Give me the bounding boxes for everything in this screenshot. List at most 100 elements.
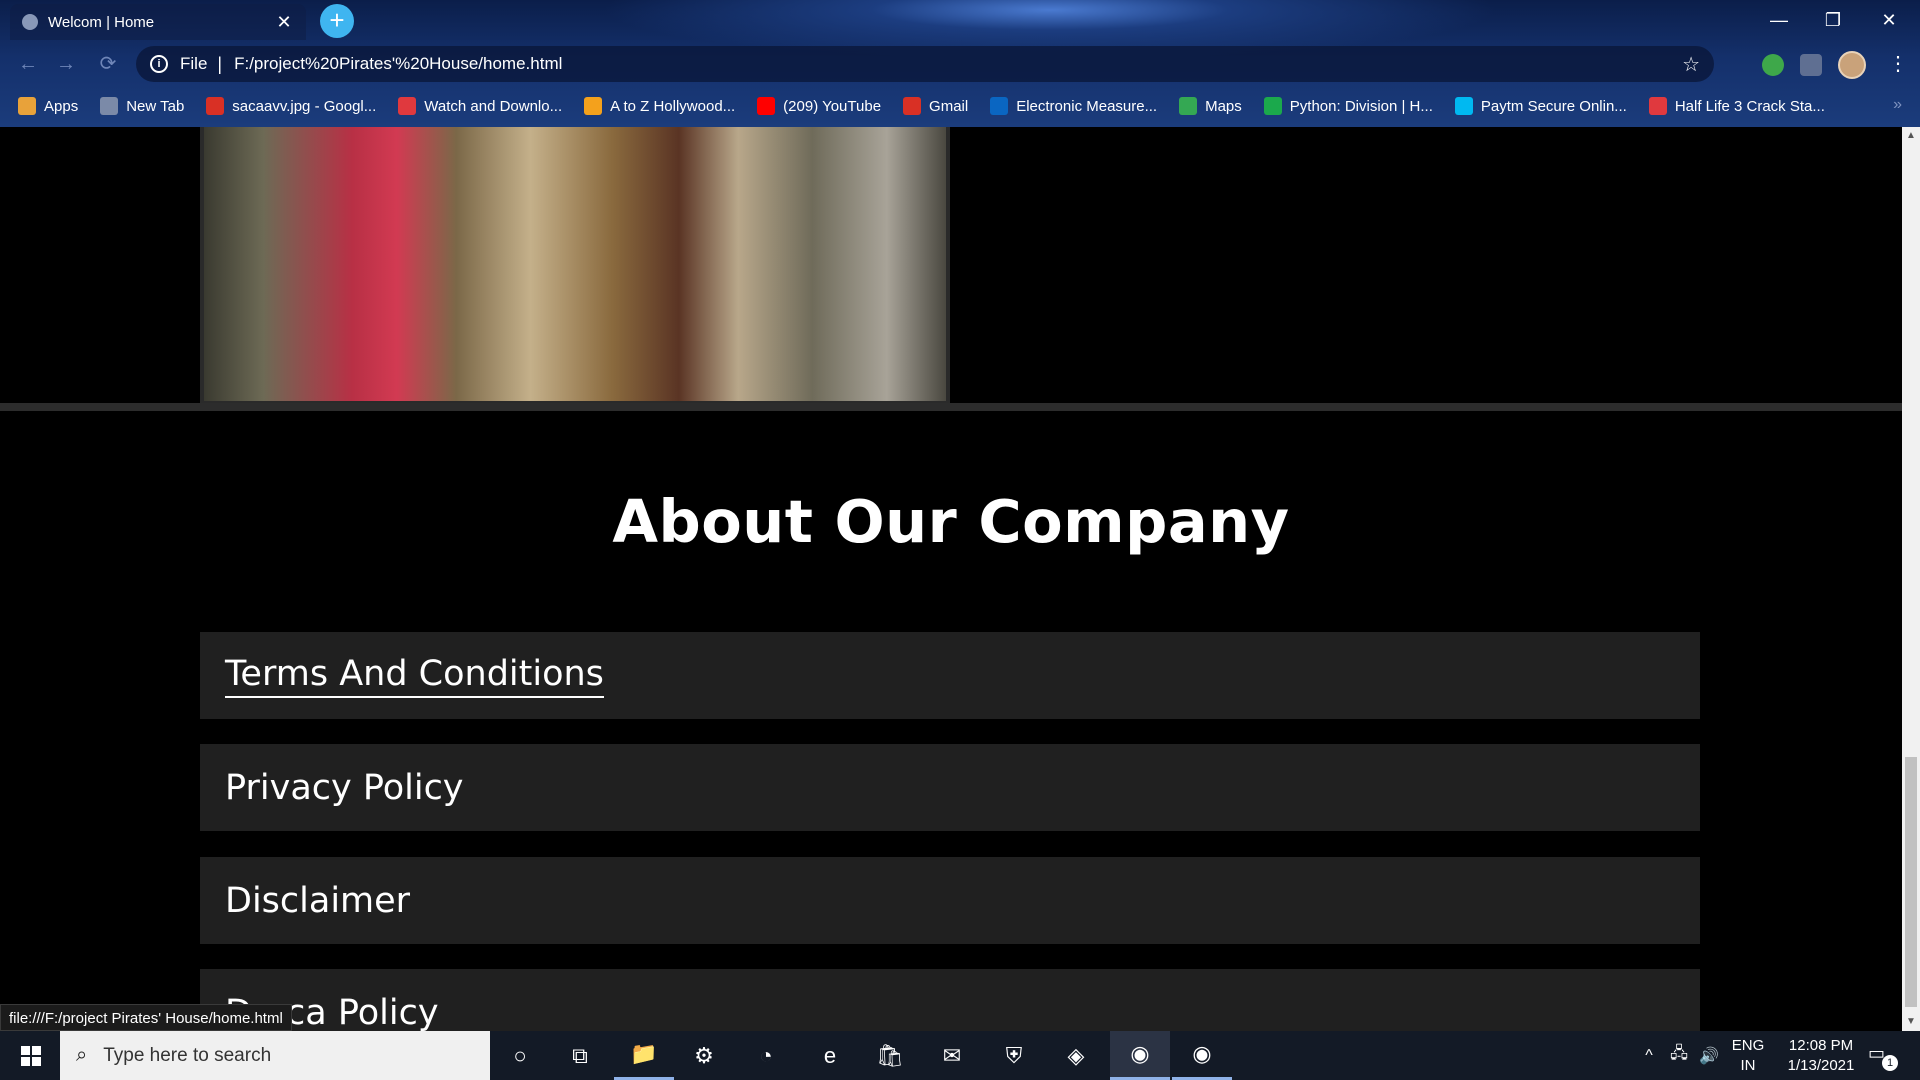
bookmark-item[interactable]: Gmail xyxy=(903,97,968,115)
section-divider xyxy=(0,403,1902,411)
start-button[interactable] xyxy=(0,1031,60,1080)
tab-home[interactable]: Welcom | Home ✕ xyxy=(10,4,306,40)
file-explorer-icon[interactable]: 📁 xyxy=(614,1031,674,1080)
globe-icon xyxy=(100,97,119,115)
address-separator: | xyxy=(217,53,223,74)
volume-icon[interactable]: 🔊 xyxy=(1694,1031,1724,1080)
language-region: IN xyxy=(1740,1057,1756,1074)
bookmark-label: Gmail xyxy=(929,97,969,115)
profile-avatar[interactable] xyxy=(1838,51,1866,79)
policy-terms[interactable]: Terms And Conditions xyxy=(200,632,1700,719)
bookmark-item[interactable]: Watch and Downlo... xyxy=(398,97,562,115)
bookmark-label: Watch and Downlo... xyxy=(424,97,563,115)
bookmark-item[interactable]: Maps xyxy=(1179,97,1242,115)
site-info-icon[interactable]: i xyxy=(150,55,168,73)
tab-bar: Welcom | Home ✕ + — ❐ ✕ xyxy=(0,0,1920,40)
tab-close-icon[interactable]: ✕ xyxy=(274,12,294,33)
chrome-profile-icon[interactable]: ◉ xyxy=(1172,1031,1232,1080)
close-window-button[interactable]: ✕ xyxy=(1866,6,1912,34)
bookmark-item[interactable]: A to Z Hollywood... xyxy=(584,97,735,115)
system-clock[interactable]: 12:08 PM 1/13/2021 xyxy=(1776,1036,1866,1076)
bookmark-label: New Tab xyxy=(126,97,185,115)
hackerrank-icon xyxy=(1263,97,1282,115)
policy-privacy[interactable]: Privacy Policy xyxy=(200,744,1700,831)
bookmark-label: (209) YouTube xyxy=(783,97,882,115)
bookmark-label: sacaavv.jpg - Googl... xyxy=(232,97,377,115)
settings-gear-icon[interactable]: ⚙ xyxy=(674,1031,734,1080)
address-url[interactable]: F:/project%20Pirates'%20House/home.html xyxy=(234,54,1682,74)
policy-privacy-label[interactable]: Privacy Policy xyxy=(225,768,464,808)
bookmark-item[interactable]: (209) YouTube xyxy=(757,97,881,115)
bookmark-star-icon[interactable]: ☆ xyxy=(1682,52,1700,77)
youtube-icon xyxy=(757,97,776,115)
clock-app-icon[interactable]: ◔ xyxy=(736,1031,796,1080)
language-indicator[interactable]: ENG IN xyxy=(1728,1036,1768,1076)
windows-logo-icon xyxy=(21,1046,41,1066)
bookmark-label: Apps xyxy=(44,97,79,115)
policy-disclaimer-label[interactable]: Disclaimer xyxy=(225,881,410,921)
status-bar-url: file:///F:/project Pirates' House/home.h… xyxy=(0,1004,292,1031)
search-placeholder: Type here to search xyxy=(103,1044,272,1066)
microsoft-store-icon[interactable]: 🛍 xyxy=(860,1031,920,1080)
scrollbar-thumb[interactable] xyxy=(1905,757,1917,1007)
restore-button[interactable]: ❐ xyxy=(1810,6,1856,34)
bookmark-label: Maps xyxy=(1205,97,1242,115)
m-logo-icon xyxy=(584,97,603,115)
nvidia-icon[interactable]: ◈ xyxy=(1046,1031,1106,1080)
scroll-down-arrow-icon[interactable]: ▼ xyxy=(1902,1013,1920,1031)
browser-menu-icon[interactable]: ⋮ xyxy=(1888,52,1908,76)
extensions-puzzle-icon[interactable] xyxy=(1800,54,1822,76)
bookmark-label: Paytm Secure Onlin... xyxy=(1480,97,1627,115)
mail-icon[interactable]: ✉ xyxy=(922,1031,982,1080)
policy-terms-link[interactable]: Terms And Conditions xyxy=(225,654,604,698)
address-scheme: File xyxy=(180,54,208,73)
linkedin-icon xyxy=(990,97,1009,115)
page-scrollbar[interactable]: ▲ ▼ xyxy=(1902,127,1920,1031)
bookmark-item[interactable]: Python: Division | H... xyxy=(1263,97,1433,115)
windows-taskbar: ⌕ Type here to search ○ ⧉ 📁 ⚙ ◔ e 🛍 ✉ ⛨ ◈ ◉ ◉ ^ 🖧 🔊… xyxy=(0,1031,1920,1080)
page-viewport: About Our Company Terms And Conditions P… xyxy=(0,127,1902,1031)
hero-photo xyxy=(204,127,946,401)
notification-count-badge: 1 xyxy=(1882,1055,1898,1071)
tray-chevron-icon[interactable]: ^ xyxy=(1634,1031,1664,1080)
browser-chrome: Welcom | Home ✕ + — ❐ ✕ ← → ⟳ i File | F… xyxy=(0,0,1920,127)
bookmark-item[interactable]: Paytm Secure Onlin... xyxy=(1454,97,1627,115)
hd-icon xyxy=(398,97,417,115)
scroll-up-arrow-icon[interactable]: ▲ xyxy=(1902,127,1920,145)
bookmark-item[interactable]: Apps xyxy=(18,97,78,115)
opera-icon xyxy=(1648,97,1667,115)
forward-button[interactable]: → xyxy=(54,52,78,76)
address-bar[interactable]: i File | F:/project%20Pirates'%20House/h… xyxy=(136,46,1714,82)
bookmark-label: Half Life 3 Crack Sta... xyxy=(1674,97,1825,115)
bookmark-item[interactable]: Half Life 3 Crack Sta... xyxy=(1648,97,1825,115)
network-icon[interactable]: 🖧 xyxy=(1664,1031,1694,1080)
bookmarks-overflow-icon[interactable]: » xyxy=(1893,96,1902,114)
page-favicon-icon xyxy=(22,14,38,30)
chrome-icon[interactable]: ◉ xyxy=(1110,1031,1170,1080)
policy-dmca[interactable]: Dmca Policy xyxy=(200,969,1700,1031)
toolbar: ← → ⟳ i File | F:/project%20Pirates'%20H… xyxy=(0,44,1920,84)
edge-browser-icon[interactable]: e xyxy=(800,1031,860,1080)
back-button[interactable]: ← xyxy=(16,52,40,76)
clock-time: 12:08 PM xyxy=(1788,1037,1854,1054)
bookmark-item[interactable]: New Tab xyxy=(100,97,184,115)
bookmarks-bar: Apps New Tab sacaavv.jpg - Googl... Watch a… xyxy=(0,92,1920,120)
google-photos-icon xyxy=(206,97,225,115)
gmail-icon xyxy=(903,97,922,115)
extension-icon[interactable] xyxy=(1762,54,1784,76)
search-icon: ⌕ xyxy=(76,1044,88,1066)
paytm-icon xyxy=(1454,97,1473,115)
policy-disclaimer[interactable]: Disclaimer xyxy=(200,857,1700,944)
language-code: ENG xyxy=(1731,1037,1765,1054)
bookmark-item[interactable]: sacaavv.jpg - Googl... xyxy=(206,97,376,115)
taskbar-search[interactable]: ⌕ Type here to search xyxy=(60,1031,490,1080)
reload-button[interactable]: ⟳ xyxy=(96,52,120,76)
clock-date: 1/13/2021 xyxy=(1787,1057,1855,1074)
maps-icon xyxy=(1179,97,1198,115)
cortana-icon[interactable]: ○ xyxy=(490,1031,550,1080)
task-view-icon[interactable]: ⧉ xyxy=(550,1031,610,1080)
windows-security-icon[interactable]: ⛨ xyxy=(984,1031,1044,1080)
new-tab-button[interactable]: + xyxy=(320,4,354,38)
minimize-button[interactable]: — xyxy=(1756,6,1802,34)
bookmark-item[interactable]: Electronic Measure... xyxy=(990,97,1157,115)
